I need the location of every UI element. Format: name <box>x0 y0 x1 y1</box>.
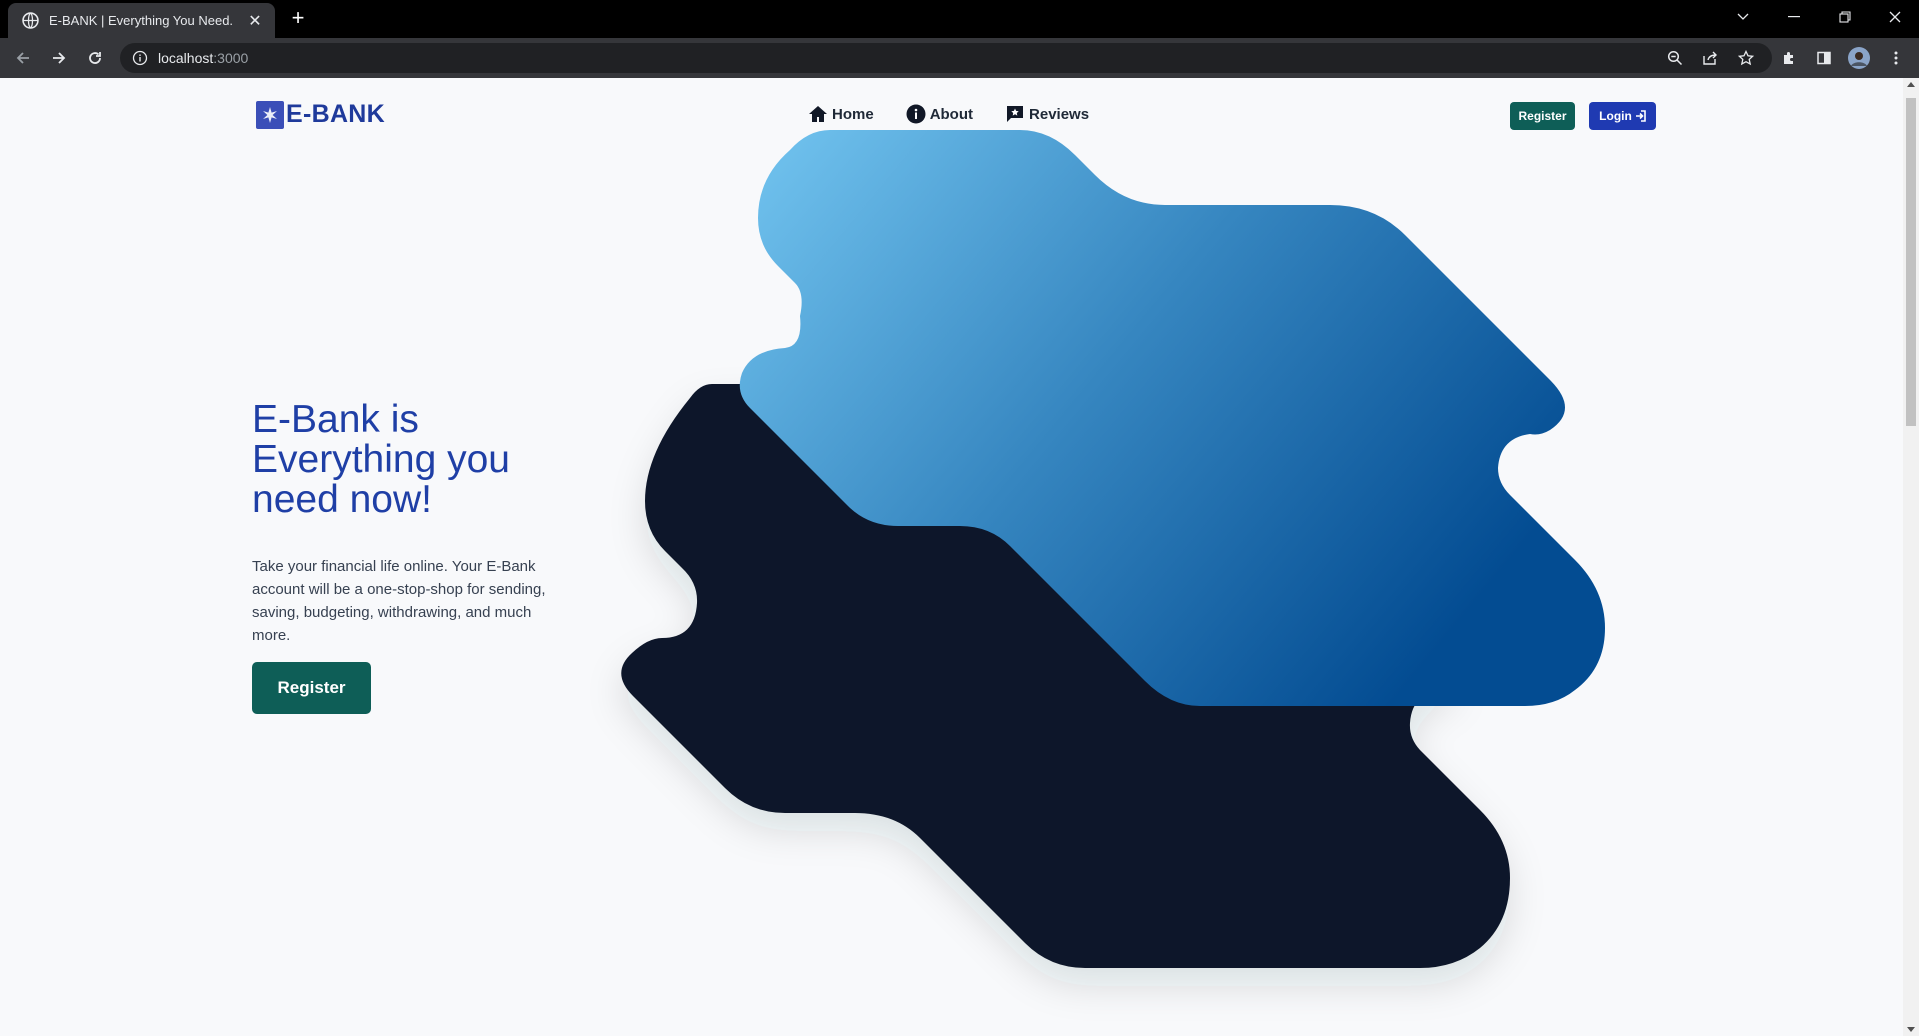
home-icon <box>809 106 827 122</box>
bookmark-star-icon[interactable] <box>1734 46 1758 70</box>
browser-toolbar: localhost:3000 <box>0 38 1919 78</box>
browser-tab-bar: E-BANK | Everything You Need. ✕ + <box>0 0 1919 38</box>
brand-name: E-BANK <box>286 100 386 128</box>
hero-title: E-Bank is Everything you need now! <box>252 398 510 521</box>
share-icon[interactable] <box>1698 46 1722 70</box>
reload-icon[interactable] <box>83 46 107 70</box>
browser-menu-icon[interactable] <box>1884 46 1908 70</box>
close-window-icon[interactable] <box>1870 0 1919 34</box>
hero-register-button[interactable]: Register <box>252 662 371 714</box>
forward-icon[interactable] <box>47 46 71 70</box>
tab-search-icon[interactable] <box>1718 0 1768 34</box>
main-nav: Home About Reviews <box>808 104 1089 124</box>
login-icon <box>1635 110 1646 122</box>
browser-tab[interactable]: E-BANK | Everything You Need. ✕ <box>8 3 275 38</box>
globe-icon <box>22 12 39 29</box>
header-register-button[interactable]: Register <box>1510 102 1575 130</box>
side-panel-icon[interactable] <box>1812 46 1836 70</box>
login-label: Login <box>1599 109 1632 123</box>
nav-home-label: Home <box>832 105 874 123</box>
scroll-down-icon[interactable] <box>1907 1027 1915 1032</box>
minimize-icon[interactable] <box>1769 0 1819 34</box>
logo-mark-icon <box>256 100 284 129</box>
nav-reviews[interactable]: Reviews <box>1005 104 1089 124</box>
page-viewport: E-BANK Home About Reviews Register Login… <box>0 78 1903 1036</box>
scroll-up-icon[interactable] <box>1907 82 1915 87</box>
nav-about-label: About <box>929 105 974 123</box>
nav-home[interactable]: Home <box>808 104 874 124</box>
address-bar[interactable]: localhost:3000 <box>120 43 1772 73</box>
blue-blob <box>739 130 1605 706</box>
restore-icon[interactable] <box>1820 0 1870 34</box>
tab-title: E-BANK | Everything You Need. <box>49 13 234 28</box>
logo[interactable]: E-BANK <box>256 100 385 129</box>
site-info-icon[interactable] <box>132 50 148 66</box>
profile-avatar[interactable] <box>1847 46 1871 70</box>
dark-blob <box>621 384 1510 968</box>
nav-reviews-label: Reviews <box>1029 105 1090 123</box>
info-icon <box>906 104 926 124</box>
url-host: localhost <box>158 50 214 66</box>
close-tab-icon[interactable]: ✕ <box>243 9 267 33</box>
url-port: :3000 <box>213 50 249 66</box>
zoom-icon[interactable] <box>1663 46 1687 70</box>
header-login-button[interactable]: Login <box>1589 102 1656 130</box>
back-icon[interactable] <box>11 46 35 70</box>
reviews-icon <box>1007 106 1024 122</box>
nav-about[interactable]: About <box>906 104 973 124</box>
hero-description: Take your financial life online. Your E-… <box>252 558 546 644</box>
extensions-icon[interactable] <box>1777 46 1801 70</box>
new-tab-icon[interactable]: + <box>286 6 310 30</box>
scrollbar-thumb[interactable] <box>1906 98 1916 426</box>
page-scrollbar[interactable] <box>1903 78 1919 1036</box>
